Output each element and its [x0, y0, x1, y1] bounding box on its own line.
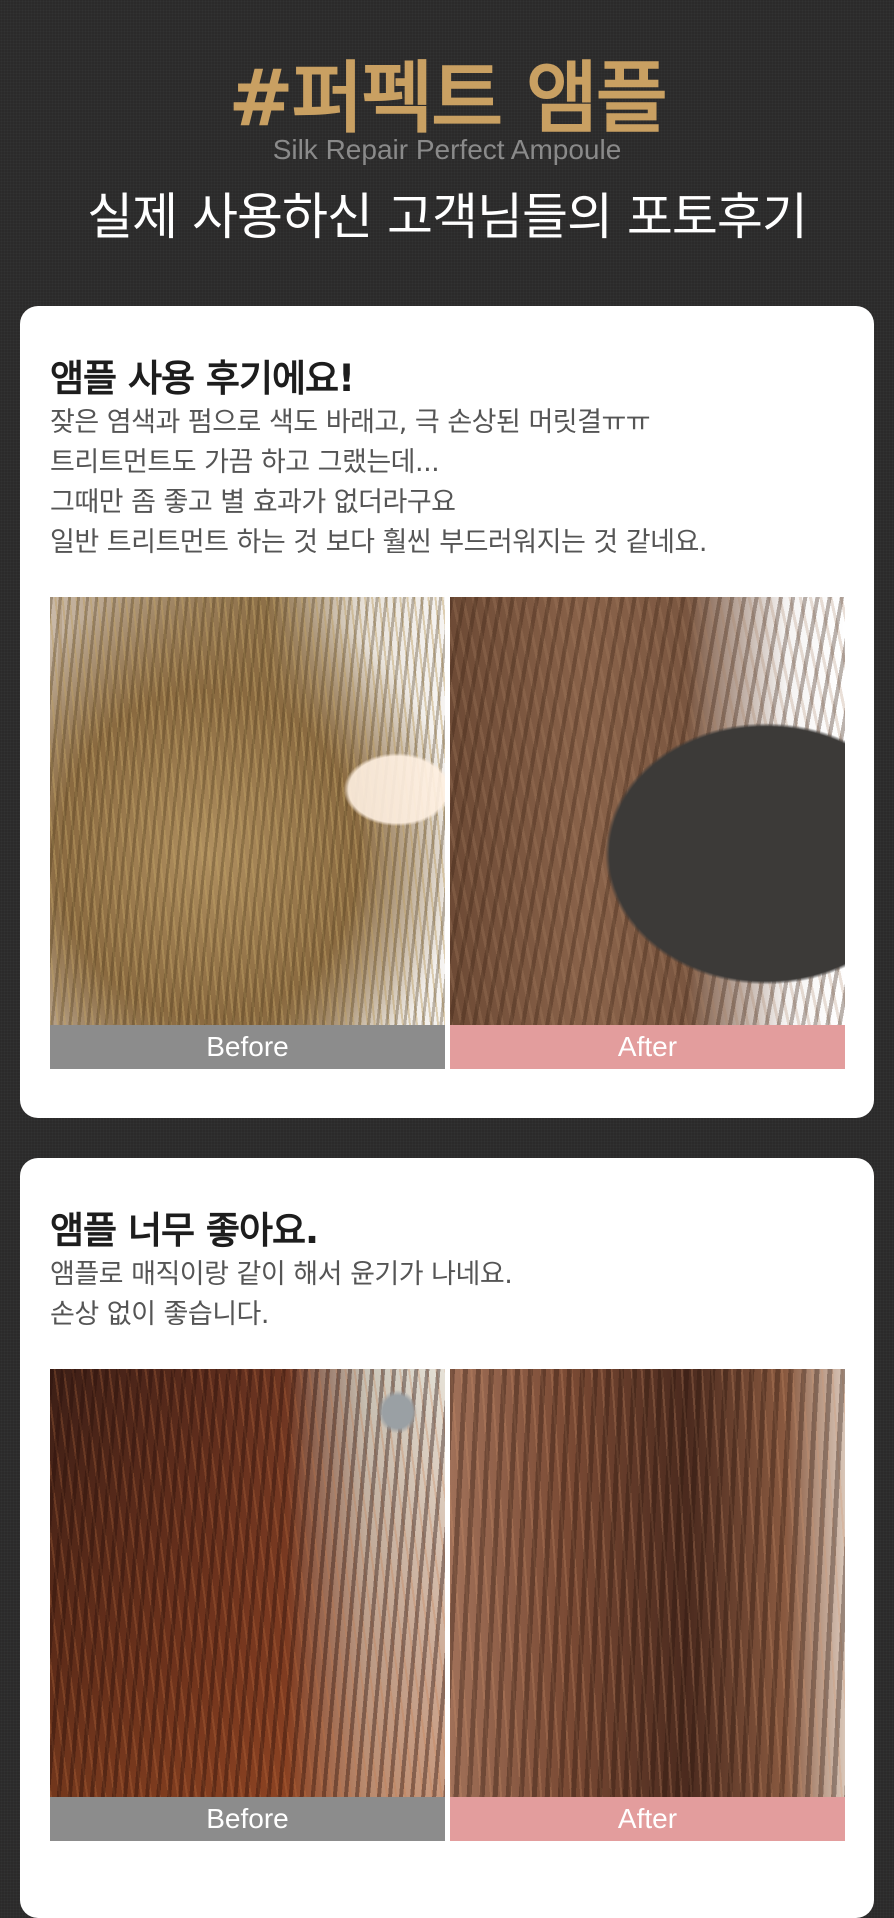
review-text-line: 그때만 좀 좋고 별 효과가 없더라구요: [50, 487, 456, 518]
review-text-line: 잦은 염색과 펌으로 색도 바래고, 극 손상된 머릿결ㅠㅠ: [50, 407, 651, 438]
before-hair-image: [50, 597, 445, 1025]
review-title: 앰플 너무 좋아요.: [50, 1209, 319, 1252]
after-photo: After: [450, 1369, 845, 1841]
before-photo: Before: [50, 597, 445, 1069]
review-card-2: 앰플 너무 좋아요. 앰플로 매직이랑 같이 해서 윤기가 나네요. 손상 없이…: [20, 1158, 874, 1918]
after-hair-image: [450, 597, 845, 1025]
review-title: 앰플 사용 후기에요!: [50, 357, 355, 400]
after-hair-image: [450, 1369, 845, 1797]
after-label: After: [450, 1025, 845, 1069]
after-photo: After: [450, 597, 845, 1069]
review-text-line: 앰플로 매직이랑 같이 해서 윤기가 나네요.: [50, 1259, 513, 1290]
before-label: Before: [50, 1797, 445, 1841]
review-text-line: 손상 없이 좋습니다.: [50, 1299, 269, 1330]
review-text-line: 일반 트리트먼트 하는 것 보다 훨씬 부드러워지는 것 같네요.: [50, 527, 707, 558]
product-subtitle: Silk Repair Perfect Ampoule: [272, 134, 622, 165]
review-text-line: 트리트먼트도 가끔 하고 그랬는데...: [50, 447, 440, 478]
before-label: Before: [50, 1025, 445, 1069]
before-photo: Before: [50, 1369, 445, 1841]
after-label: After: [450, 1797, 845, 1841]
review-text: 잦은 염색과 펌으로 색도 바래고, 극 손상된 머릿결ㅠㅠ 트리트먼트도 가끔…: [50, 403, 707, 563]
review-card-1: 앰플 사용 후기에요! 잦은 염색과 펌으로 색도 바래고, 극 손상된 머릿결…: [20, 306, 874, 1118]
review-text: 앰플로 매직이랑 같이 해서 윤기가 나네요. 손상 없이 좋습니다.: [50, 1255, 513, 1335]
section-heading: 실제 사용하신 고객님들의 포토후기: [87, 188, 808, 246]
before-hair-image: [50, 1369, 445, 1797]
